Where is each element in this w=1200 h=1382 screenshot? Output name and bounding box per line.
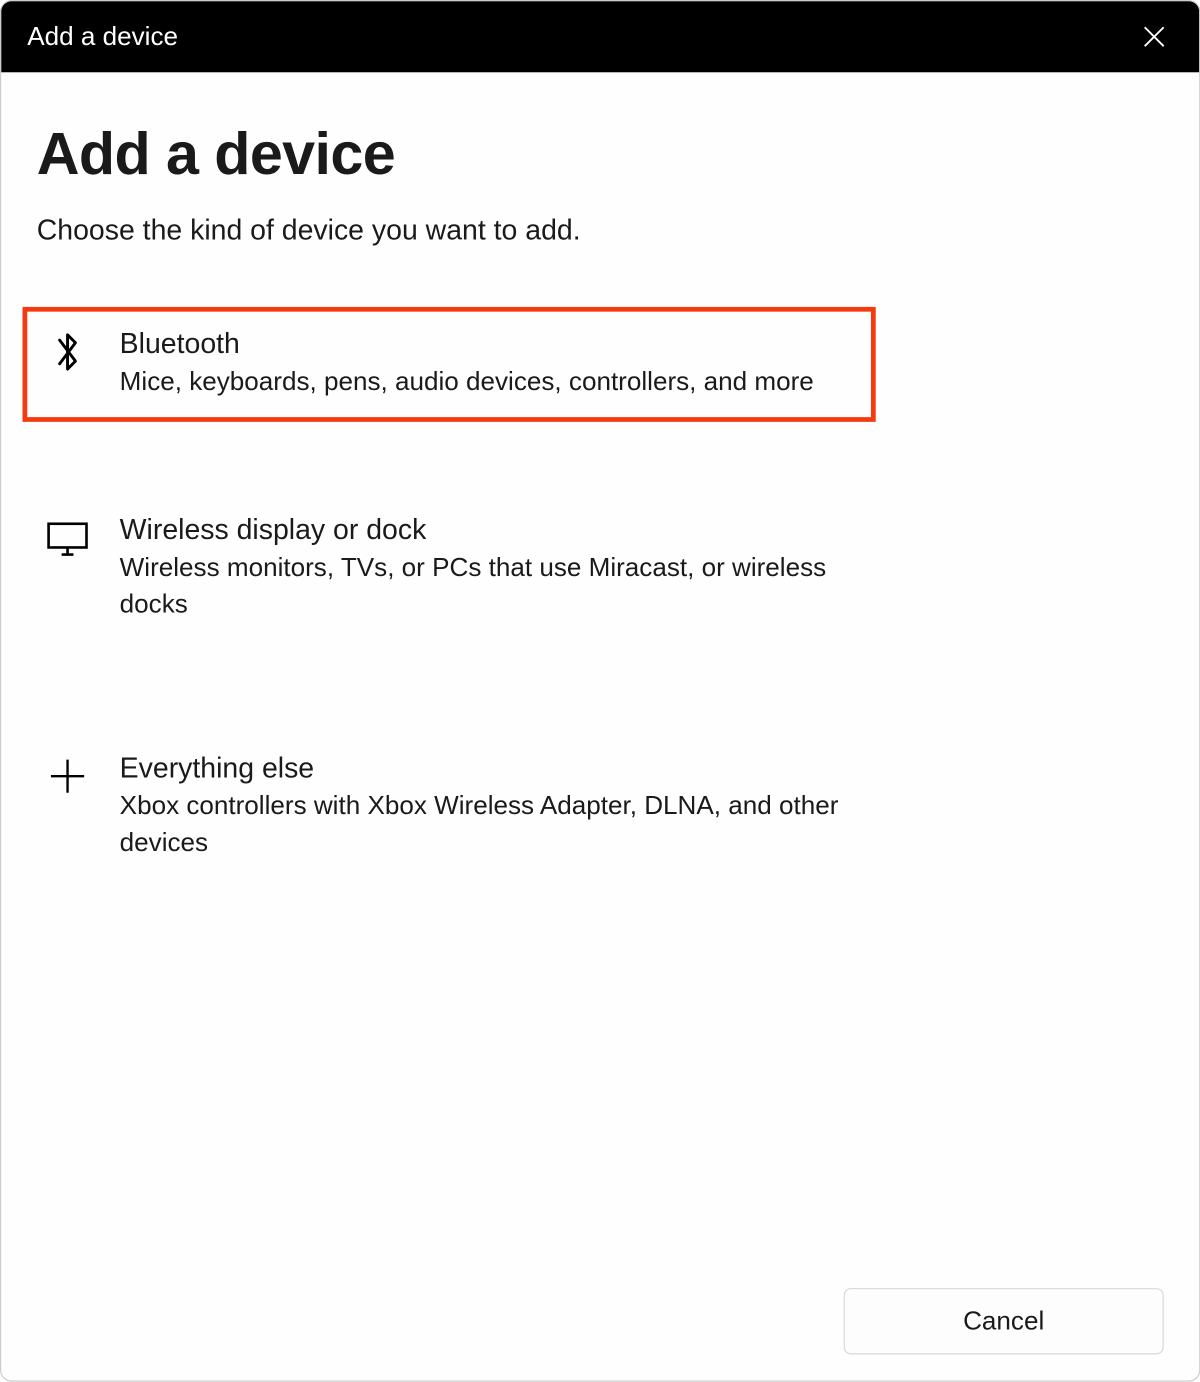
page-title: Add a device: [37, 120, 1164, 189]
titlebar: Add a device: [1, 1, 1199, 72]
option-text: Everything else Xbox controllers with Xb…: [120, 753, 850, 862]
option-text: Bluetooth Mice, keyboards, pens, audio d…: [120, 328, 855, 400]
titlebar-title: Add a device: [27, 21, 178, 52]
option-bluetooth[interactable]: Bluetooth Mice, keyboards, pens, audio d…: [23, 307, 876, 422]
monitor-icon: [46, 516, 89, 559]
dialog-footer: Cancel: [844, 1288, 1164, 1354]
option-title: Everything else: [120, 753, 850, 786]
option-description: Wireless monitors, TVs, or PCs that use …: [120, 550, 850, 623]
close-icon: [1142, 25, 1166, 49]
option-description: Xbox controllers with Xbox Wireless Adap…: [120, 788, 850, 861]
option-title: Wireless display or dock: [120, 514, 850, 547]
option-wireless-display[interactable]: Wireless display or dock Wireless monito…: [37, 493, 867, 644]
dialog-content: Add a device Choose the kind of device y…: [1, 72, 1199, 1380]
plus-icon: [46, 755, 89, 798]
option-text: Wireless display or dock Wireless monito…: [120, 514, 850, 623]
option-title: Bluetooth: [120, 328, 855, 361]
page-subtitle: Choose the kind of device you want to ad…: [37, 214, 1164, 247]
option-everything-else[interactable]: Everything else Xbox controllers with Xb…: [37, 732, 867, 883]
option-description: Mice, keyboards, pens, audio devices, co…: [120, 364, 855, 400]
bluetooth-icon: [46, 331, 89, 374]
close-button[interactable]: [1130, 13, 1177, 60]
add-device-dialog: Add a device Add a device Choose the kin…: [0, 0, 1200, 1382]
cancel-button[interactable]: Cancel: [844, 1288, 1164, 1354]
